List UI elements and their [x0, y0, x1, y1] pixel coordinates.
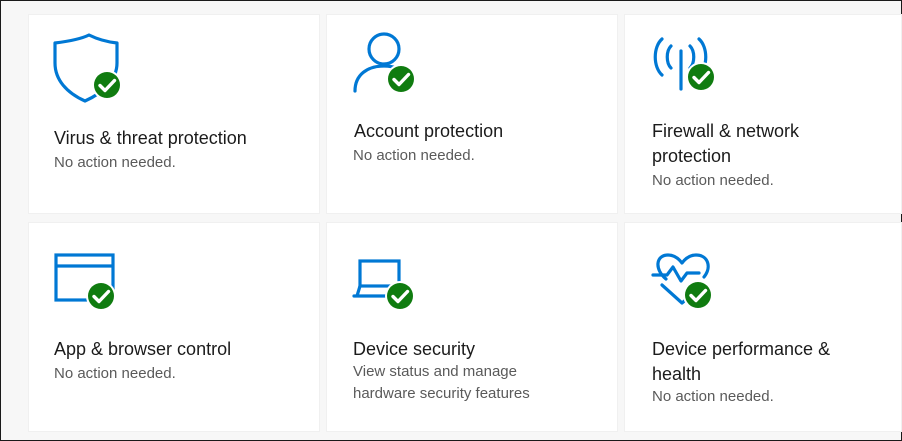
tile-account-protection[interactable]: Account protection No action needed. — [327, 15, 617, 213]
tile-title: Device performance & health — [652, 339, 831, 384]
tile-title: Account protection — [354, 121, 504, 141]
tile-status: No action needed. — [652, 172, 774, 189]
tile-title: Firewall & network protection — [652, 121, 800, 166]
security-dashboard: Virus & threat protection No action need… — [0, 0, 902, 441]
tile-status: No action needed. — [652, 388, 774, 405]
tile-firewall-network-protection[interactable]: Firewall & network protection No action … — [625, 15, 901, 213]
tile-device-security[interactable]: Device security View status and manage h… — [327, 223, 617, 431]
laptop-check-icon — [352, 259, 426, 331]
tile-title: Virus & threat protection — [54, 128, 247, 148]
tile-status: No action needed. — [54, 365, 176, 382]
tile-status: No action needed. — [54, 154, 176, 171]
tile-status: No action needed. — [353, 147, 475, 164]
tile-app-browser-control[interactable]: App & browser control No action needed. — [29, 223, 319, 431]
antenna-check-icon — [651, 35, 723, 107]
tile-virus-threat-protection[interactable]: Virus & threat protection No action need… — [29, 15, 319, 213]
heart-pulse-check-icon — [651, 253, 724, 325]
browser-window-check-icon — [54, 253, 126, 325]
tile-title: App & browser control — [54, 339, 232, 359]
tile-title: Device security — [353, 339, 476, 359]
person-check-icon — [351, 31, 423, 103]
tile-device-performance-health[interactable]: Device performance & health No action ne… — [625, 223, 901, 431]
tile-status: View status and manage hardware security… — [353, 363, 530, 402]
shield-check-icon — [53, 33, 125, 107]
